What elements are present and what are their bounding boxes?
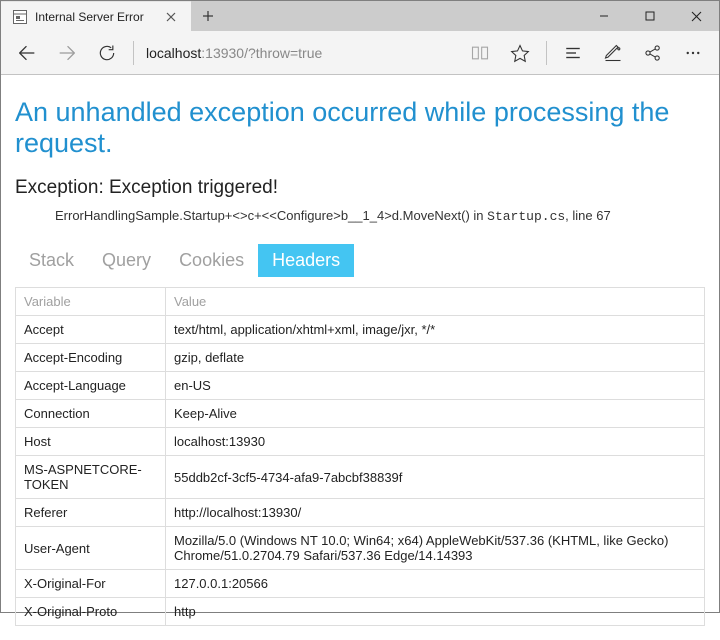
table-row: Accept-Languageen-US xyxy=(16,372,705,400)
window-close-button[interactable] xyxy=(673,1,719,31)
stack-method: ErrorHandlingSample.Startup+<>c+<<Config… xyxy=(55,208,487,223)
header-value: 127.0.0.1:20566 xyxy=(166,570,705,598)
more-button[interactable] xyxy=(673,33,713,73)
table-row: Accepttext/html, application/xhtml+xml, … xyxy=(16,316,705,344)
headers-table: Variable Value Accepttext/html, applicat… xyxy=(15,287,705,626)
header-name: User-Agent xyxy=(16,527,166,570)
page-content: An unhandled exception occurred while pr… xyxy=(1,75,719,640)
header-value: text/html, application/xhtml+xml, image/… xyxy=(166,316,705,344)
url-path: :13930/?throw=true xyxy=(201,45,322,61)
table-row: X-Original-Protohttp xyxy=(16,598,705,626)
header-name: X-Original-Proto xyxy=(16,598,166,626)
header-value: localhost:13930 xyxy=(166,428,705,456)
detail-tabs: Stack Query Cookies Headers xyxy=(15,244,705,277)
tab-headers[interactable]: Headers xyxy=(258,244,354,277)
window-titlebar: Internal Server Error xyxy=(1,1,719,31)
header-value: http xyxy=(166,598,705,626)
reading-view-button[interactable] xyxy=(460,33,500,73)
header-name: Referer xyxy=(16,499,166,527)
window-maximize-button[interactable] xyxy=(627,1,673,31)
table-row: Refererhttp://localhost:13930/ xyxy=(16,499,705,527)
stack-file: Startup.cs xyxy=(487,209,565,224)
col-variable: Variable xyxy=(16,288,166,316)
address-bar[interactable]: localhost:13930/?throw=true xyxy=(140,38,460,68)
browser-toolbar: localhost:13930/?throw=true xyxy=(1,31,719,75)
header-name: MS-ASPNETCORE-TOKEN xyxy=(16,456,166,499)
toolbar-separator xyxy=(546,41,547,65)
table-row: User-AgentMozilla/5.0 (Windows NT 10.0; … xyxy=(16,527,705,570)
col-value: Value xyxy=(166,288,705,316)
browser-tab-title: Internal Server Error xyxy=(35,10,161,24)
header-value: 55ddb2cf-3cf5-4734-afa9-7abcbf38839f xyxy=(166,456,705,499)
url-host: localhost xyxy=(146,45,201,61)
browser-tab[interactable]: Internal Server Error xyxy=(1,1,191,31)
favorites-button[interactable] xyxy=(500,33,540,73)
share-button[interactable] xyxy=(633,33,673,73)
toolbar-separator xyxy=(133,41,134,65)
web-note-button[interactable] xyxy=(593,33,633,73)
tab-query[interactable]: Query xyxy=(88,244,165,277)
close-tab-button[interactable] xyxy=(161,7,181,27)
stack-frame: ErrorHandlingSample.Startup+<>c+<<Config… xyxy=(55,207,705,226)
table-row: ConnectionKeep-Alive xyxy=(16,400,705,428)
table-row: Accept-Encodinggzip, deflate xyxy=(16,344,705,372)
page-favicon xyxy=(13,10,27,24)
header-name: Host xyxy=(16,428,166,456)
new-tab-button[interactable] xyxy=(193,1,223,31)
header-value: gzip, deflate xyxy=(166,344,705,372)
table-header-row: Variable Value xyxy=(16,288,705,316)
stack-line-suffix: , line 67 xyxy=(565,208,611,223)
refresh-button[interactable] xyxy=(87,33,127,73)
header-name: Accept-Language xyxy=(16,372,166,400)
window-minimize-button[interactable] xyxy=(581,1,627,31)
back-button[interactable] xyxy=(7,33,47,73)
header-name: Accept xyxy=(16,316,166,344)
forward-button[interactable] xyxy=(47,33,87,73)
header-value: en-US xyxy=(166,372,705,400)
header-value: Mozilla/5.0 (Windows NT 10.0; Win64; x64… xyxy=(166,527,705,570)
table-row: Hostlocalhost:13930 xyxy=(16,428,705,456)
hub-button[interactable] xyxy=(553,33,593,73)
header-value: http://localhost:13930/ xyxy=(166,499,705,527)
header-value: Keep-Alive xyxy=(166,400,705,428)
tab-cookies[interactable]: Cookies xyxy=(165,244,258,277)
table-row: MS-ASPNETCORE-TOKEN55ddb2cf-3cf5-4734-af… xyxy=(16,456,705,499)
table-row: X-Original-For127.0.0.1:20566 xyxy=(16,570,705,598)
header-name: X-Original-For xyxy=(16,570,166,598)
header-name: Connection xyxy=(16,400,166,428)
tab-stack[interactable]: Stack xyxy=(15,244,88,277)
page-title: An unhandled exception occurred while pr… xyxy=(15,97,705,159)
header-name: Accept-Encoding xyxy=(16,344,166,372)
exception-heading: Exception: Exception triggered! xyxy=(15,177,705,199)
